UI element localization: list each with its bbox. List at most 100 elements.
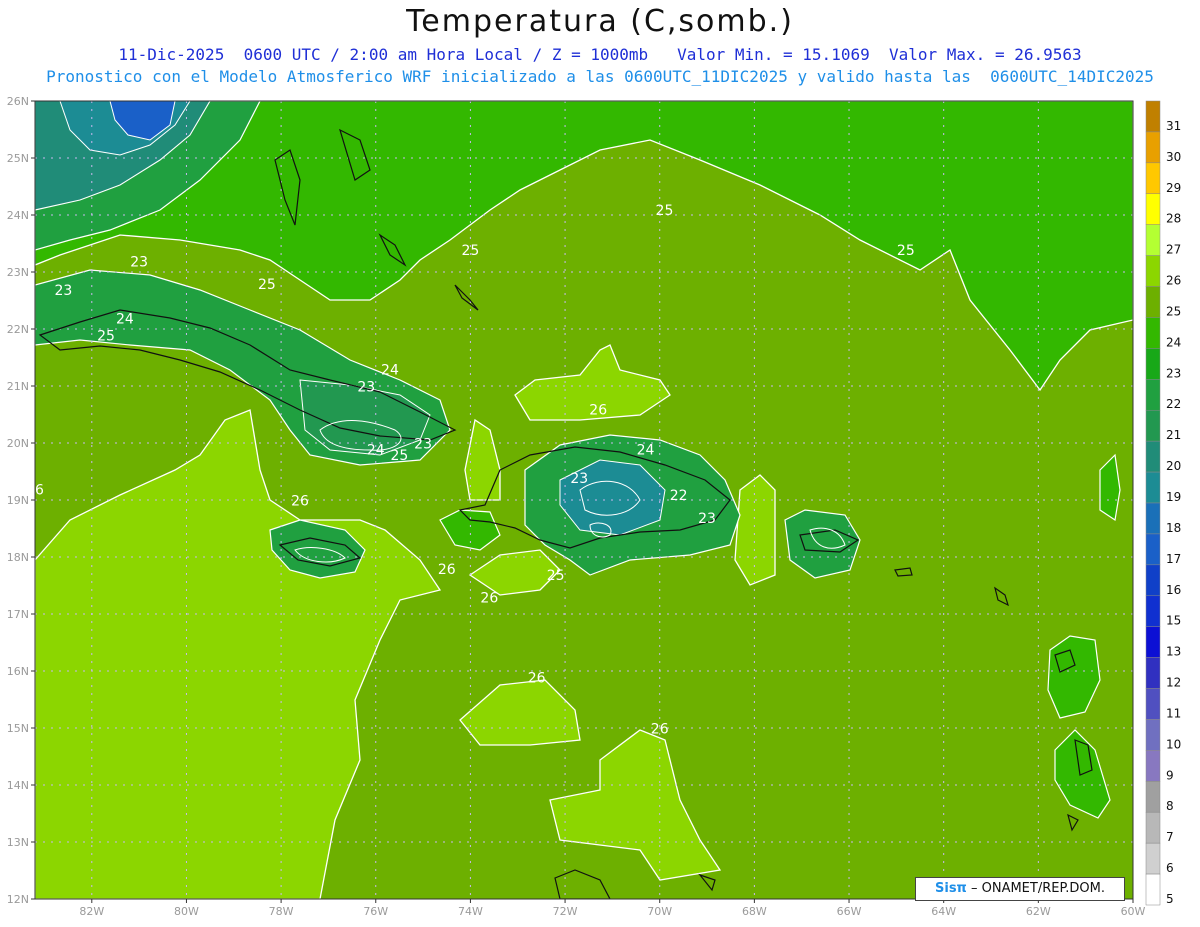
colorbar-swatch (1145, 657, 1161, 689)
lon-label: 72W (553, 905, 578, 918)
colorbar-label: 20 (1166, 459, 1181, 473)
colorbar-swatch (1145, 471, 1161, 504)
colorbar-label: 28 (1166, 212, 1181, 226)
colorbar-label: 17 (1166, 552, 1181, 566)
colorbar-swatch (1145, 131, 1161, 164)
lat-label: 18N (7, 551, 29, 564)
contour-label: 25 (391, 448, 409, 464)
contour-label: 23 (570, 471, 588, 487)
colorbar-swatch (1145, 440, 1161, 473)
colorbar-label: 16 (1166, 583, 1181, 597)
lat-label: 20N (7, 437, 29, 450)
colorbar-label: 11 (1166, 706, 1181, 720)
lat-label: 22N (7, 323, 29, 336)
colorbar-swatch (1145, 255, 1161, 287)
sispi-logo: Sisπ (935, 881, 967, 896)
lat-label: 15N (7, 722, 29, 735)
colorbar-swatch (1145, 286, 1161, 318)
lon-label: 60W (1121, 905, 1146, 918)
lat-label: 25N (7, 152, 29, 165)
temperature-map: 26N25N24N23N22N21N20N19N18N17N16N15N14N1… (7, 95, 1182, 918)
lon-label: 66W (837, 905, 862, 918)
contour-label: 24 (116, 311, 134, 327)
contour-label: 26 (651, 722, 669, 738)
colorbar-swatch (1145, 224, 1161, 256)
colorbar-swatch (1145, 348, 1161, 380)
colorbar-label: 7 (1166, 830, 1174, 844)
lon-label: 70W (647, 905, 672, 918)
colorbar-label: 10 (1166, 737, 1181, 751)
contour-label: 25 (656, 203, 674, 219)
colorbar-swatch (1145, 379, 1161, 411)
colorbar-label: 25 (1166, 304, 1181, 318)
colorbar-swatch (1145, 781, 1161, 813)
contour-label: 25 (897, 243, 915, 259)
lat-label: 16N (7, 665, 29, 678)
lon-label: 62W (1026, 905, 1051, 918)
lat-label: 12N (7, 893, 29, 906)
contour-label: 23 (130, 254, 148, 270)
lon-label: 64W (931, 905, 956, 918)
contour-label: 23 (698, 511, 716, 527)
colorbar-swatch (1145, 750, 1161, 782)
colorbar-label: 13 (1166, 645, 1181, 659)
lat-label: 14N (7, 779, 29, 792)
lat-label: 21N (7, 380, 29, 393)
colorbar-label: 23 (1166, 366, 1181, 380)
colorbar-swatch (1145, 719, 1161, 751)
lat-label: 17N (7, 608, 29, 621)
contour-label: 25 (97, 328, 115, 344)
credit-text: – ONAMET/REP.DOM. (966, 881, 1105, 896)
contour-label: 26 (528, 670, 546, 686)
colorbar-label: 27 (1166, 243, 1181, 257)
colorbar-label: 6 (1166, 861, 1174, 875)
colorbar-swatch (1145, 409, 1161, 442)
lon-label: 82W (79, 905, 104, 918)
colorbar-label: 8 (1166, 799, 1174, 813)
contour-label: 26 (480, 591, 498, 607)
contour-label: 23 (357, 380, 375, 396)
colorbar-label: 30 (1166, 150, 1181, 164)
lon-label: 78W (269, 905, 294, 918)
colorbar: 31 30 29 28 27 26 25 24 23 22 21 20 19 18 17 16 15 13 12 11… (1145, 100, 1181, 906)
colorbar-swatch (1145, 688, 1161, 720)
contour-label: 23 (54, 283, 72, 299)
colorbar-swatch (1145, 564, 1161, 597)
colorbar-swatch (1145, 533, 1161, 566)
colorbar-label: 12 (1166, 676, 1181, 690)
colorbar-label: 18 (1166, 521, 1181, 535)
lon-label: 74W (458, 905, 483, 918)
colorbar-label: 5 (1166, 892, 1174, 906)
colorbar-swatch (1145, 811, 1161, 844)
colorbar-label: 19 (1166, 490, 1181, 504)
colorbar-label: 29 (1166, 181, 1181, 195)
colorbar-swatch (1145, 626, 1161, 658)
contour-label: 26 (589, 403, 607, 419)
contour-label: 25 (547, 568, 565, 584)
contour-label: 25 (461, 243, 479, 259)
contour-label: 25 (258, 277, 276, 293)
contour-label: 26 (291, 494, 309, 510)
contour-label: 23 (414, 437, 432, 453)
colorbar-label: 21 (1166, 428, 1181, 442)
colorbar-swatch (1145, 873, 1161, 906)
credit-box: Sisπ – ONAMET/REP.DOM. (915, 877, 1125, 901)
colorbar-swatch (1145, 502, 1161, 535)
colorbar-label: 24 (1166, 335, 1181, 349)
colorbar-swatch (1145, 595, 1161, 627)
lon-label: 68W (742, 905, 767, 918)
contour-label: 24 (367, 442, 385, 458)
lon-label: 80W (174, 905, 199, 918)
contour-label: 26 (26, 482, 44, 498)
lat-label: 13N (7, 836, 29, 849)
lat-label: 26N (7, 95, 29, 108)
colorbar-label: 15 (1166, 614, 1181, 628)
colorbar-label: 31 (1166, 119, 1181, 133)
contour-label: 24 (381, 363, 399, 379)
lon-label: 76W (363, 905, 388, 918)
lat-label: 23N (7, 266, 29, 279)
colorbar-swatch (1145, 317, 1161, 349)
colorbar-swatch (1145, 842, 1161, 875)
field-warm-east-patch (734, 474, 776, 586)
colorbar-label: 22 (1166, 397, 1181, 411)
